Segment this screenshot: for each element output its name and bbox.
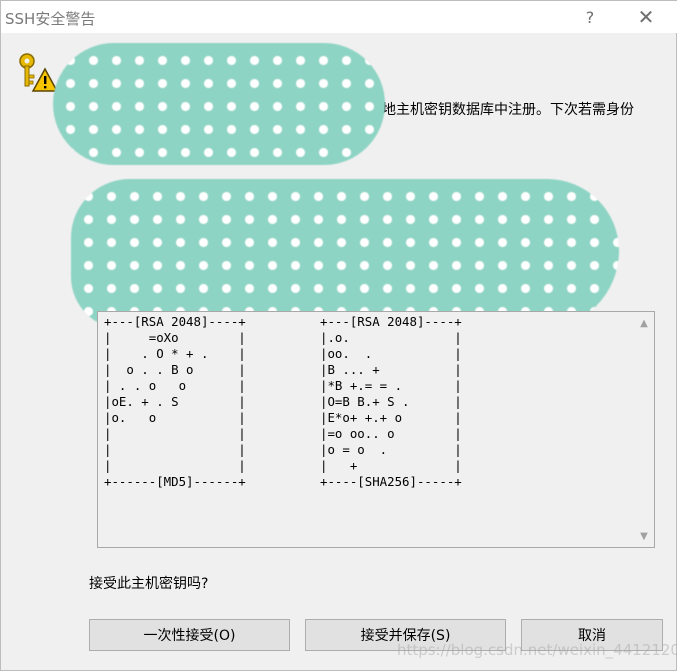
- redaction-overlay-2: [71, 179, 619, 329]
- title-bar[interactable]: SSH安全警告 ? ✕: [1, 1, 677, 33]
- fingerprint-textbox[interactable]: +---[RSA 2048]----+ | =oXo | | . O * + .…: [97, 311, 655, 548]
- accept-once-button[interactable]: 一次性接受(O): [89, 619, 290, 651]
- watermark-text: https://blog.csdn.net/weixin_44121203: [397, 641, 677, 659]
- sha256-randomart: +---[RSA 2048]----+ |.o. | |oo. . | |B .…: [320, 314, 462, 489]
- warning-key-icon: [17, 51, 59, 93]
- ssh-security-alert-dialog: SSH安全警告 ? ✕ 地主机密钥数据库中注册。下次若需身份 +---[RSA …: [0, 0, 677, 671]
- accept-key-question: 接受此主机密钥吗?: [89, 576, 209, 592]
- window-title: SSH安全警告: [5, 10, 96, 28]
- close-button[interactable]: ✕: [623, 1, 669, 33]
- redaction-overlay-1: [53, 43, 385, 165]
- help-button[interactable]: ?: [567, 1, 613, 33]
- warning-message-text: 地主机密钥数据库中注册。下次若需身份: [382, 102, 634, 118]
- md5-randomart: +---[RSA 2048]----+ | =oXo | | . O * + .…: [104, 314, 246, 489]
- vertical-scrollbar[interactable]: ▲ ▼: [634, 312, 654, 547]
- scroll-up-icon[interactable]: ▲: [634, 314, 654, 332]
- scroll-down-icon[interactable]: ▼: [634, 527, 654, 545]
